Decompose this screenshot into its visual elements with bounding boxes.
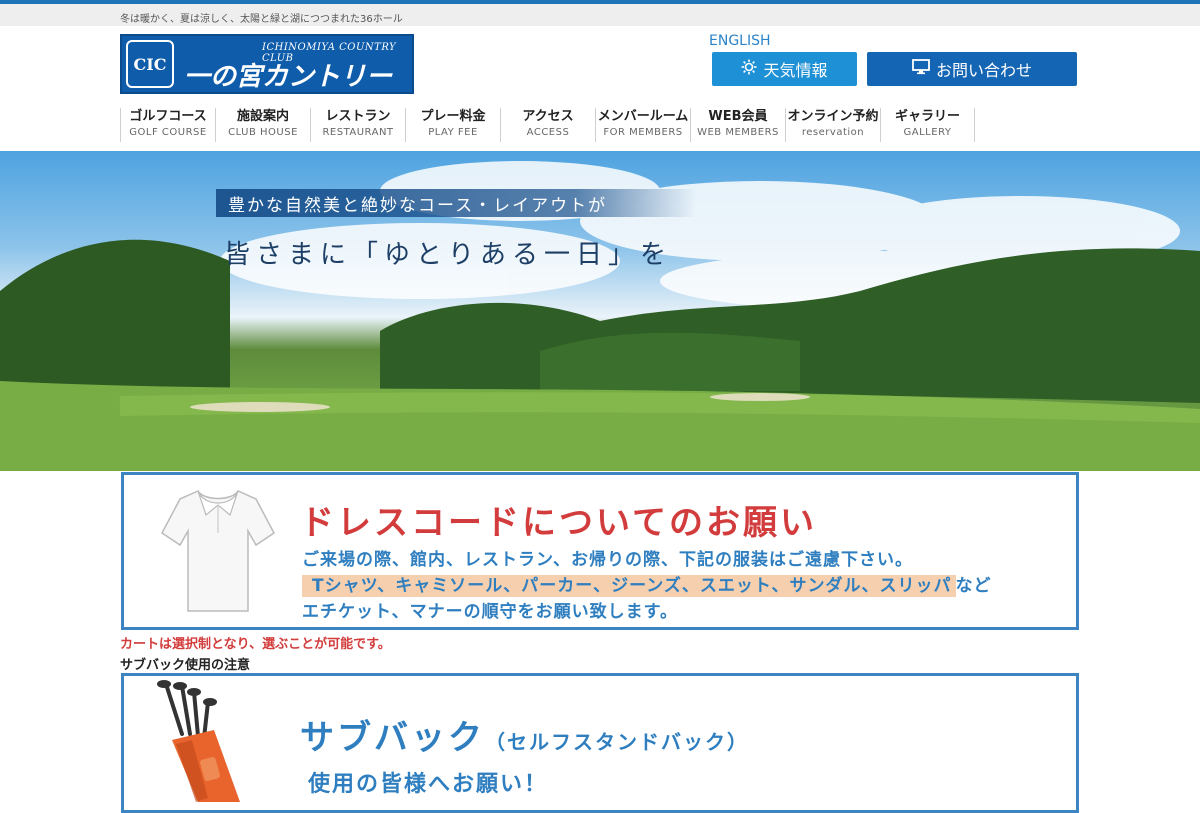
top-bar: 冬は暖かく、夏は涼しく、太陽と緑と湖につつまれた36ホール [0, 0, 1200, 26]
logo-emblem: CIC [126, 40, 174, 88]
nav-sublabel: reservation [801, 127, 865, 138]
nav-sublabel: GOLF COURSE [129, 127, 207, 138]
english-link[interactable]: ENGLISH [709, 33, 771, 49]
nav-sublabel: WEB MEMBERS [697, 127, 779, 138]
contact-label: お問い合わせ [935, 61, 1032, 80]
nav-item-play-fee[interactable]: プレー料金 PLAY FEE [405, 108, 500, 142]
nav-label: メンバールーム [597, 109, 689, 124]
nav-item-restaurant[interactable]: レストラン RESTAURANT [310, 108, 405, 142]
nav-label: ゴルフコース [129, 109, 207, 124]
nav-label: 施設案内 [236, 109, 289, 124]
nav-sublabel: RESTAURANT [322, 127, 394, 138]
sub-bag-notice: サブバック（セルフスタンドバック） 使用の皆様へお願い！ [121, 673, 1079, 813]
dress-code-title: ドレスコードについてのお願い [300, 503, 817, 543]
nav-item-web-members[interactable]: WEB会員 WEB MEMBERS [690, 108, 785, 142]
nav-sublabel: FOR MEMBERS [603, 127, 683, 138]
weather-button[interactable]: 天気情報 [712, 52, 857, 86]
hero-caption-2: 皆さまに「ゆとりある一日」を [224, 240, 673, 270]
nav-item-golf-course[interactable]: ゴルフコース GOLF COURSE [120, 108, 215, 142]
tagline: 冬は暖かく、夏は涼しく、太陽と緑と湖につつまれた36ホール [120, 14, 403, 25]
monitor-icon [912, 59, 930, 79]
sub-bag-subtitle: 使用の皆様へお願い！ [308, 772, 549, 797]
nav-label: レストラン [325, 109, 391, 124]
dress-code-line-1: ご来場の際、館内、レストラン、お帰りの際、下記の服装はご遠慮下さい。 [302, 550, 913, 570]
sub-bag-title: サブバック（セルフスタンドバック） [300, 710, 749, 759]
nav-label: オンライン予約 [787, 109, 879, 124]
sub-bag-title-paren: （セルフスタンドバック） [485, 730, 749, 754]
dress-code-line-3: エチケット、マナーの順守をお願い致します。 [302, 602, 678, 622]
cart-note: カートは選択制となり、選ぶことが可能です。 [120, 637, 391, 652]
sub-bag-title-main: サブバック [300, 718, 485, 758]
nav-sublabel: GALLERY [903, 127, 952, 138]
sub-bag-label: サブバック使用の注意 [120, 658, 251, 673]
nav-sublabel: ACCESS [526, 127, 570, 138]
nav-item-gallery[interactable]: ギャラリー GALLERY [880, 108, 975, 142]
nav-sublabel: PLAY FEE [428, 127, 478, 138]
hero-caption-1: 豊かな自然美と絶妙なコース・レイアウトが [216, 189, 696, 217]
polo-shirt-icon [160, 485, 276, 619]
nav-item-reservation[interactable]: オンライン予約 reservation [785, 108, 880, 142]
nav-sublabel: CLUB HOUSE [228, 127, 298, 138]
site-logo[interactable]: CIC ICHINOMIYA COUNTRY CLUB 一の宮カントリー倶楽部 [120, 34, 414, 129]
dress-code-notice: ドレスコードについてのお願い ご来場の際、館内、レストラン、お帰りの際、下記の服… [121, 472, 1079, 630]
nav-label: WEB会員 [708, 109, 768, 124]
sun-icon [741, 59, 757, 79]
nav-item-members[interactable]: メンバールーム FOR MEMBERS [595, 108, 690, 142]
dress-code-line-2: Tシャツ、キャミソール、パーカー、ジーンズ、スエット、サンダル、スリッパ など [302, 571, 992, 597]
dress-code-prohibited-items: Tシャツ、キャミソール、パーカー、ジーンズ、スエット、サンダル、スリッパ [302, 575, 956, 597]
contact-button[interactable]: お問い合わせ [867, 52, 1077, 86]
nav-label: アクセス [522, 109, 574, 124]
golf-bag-icon [152, 678, 252, 806]
nav-item-club-house[interactable]: 施設案内 CLUB HOUSE [215, 108, 310, 142]
dress-code-line-2-suffix: など [955, 576, 992, 596]
nav-item-access[interactable]: アクセス ACCESS [500, 108, 595, 142]
nav-label: プレー料金 [420, 109, 486, 124]
main-nav: ゴルフコース GOLF COURSE 施設案内 CLUB HOUSE レストラン RE… [120, 108, 975, 142]
weather-label: 天気情報 [763, 61, 828, 80]
nav-label: ギャラリー [894, 109, 960, 124]
